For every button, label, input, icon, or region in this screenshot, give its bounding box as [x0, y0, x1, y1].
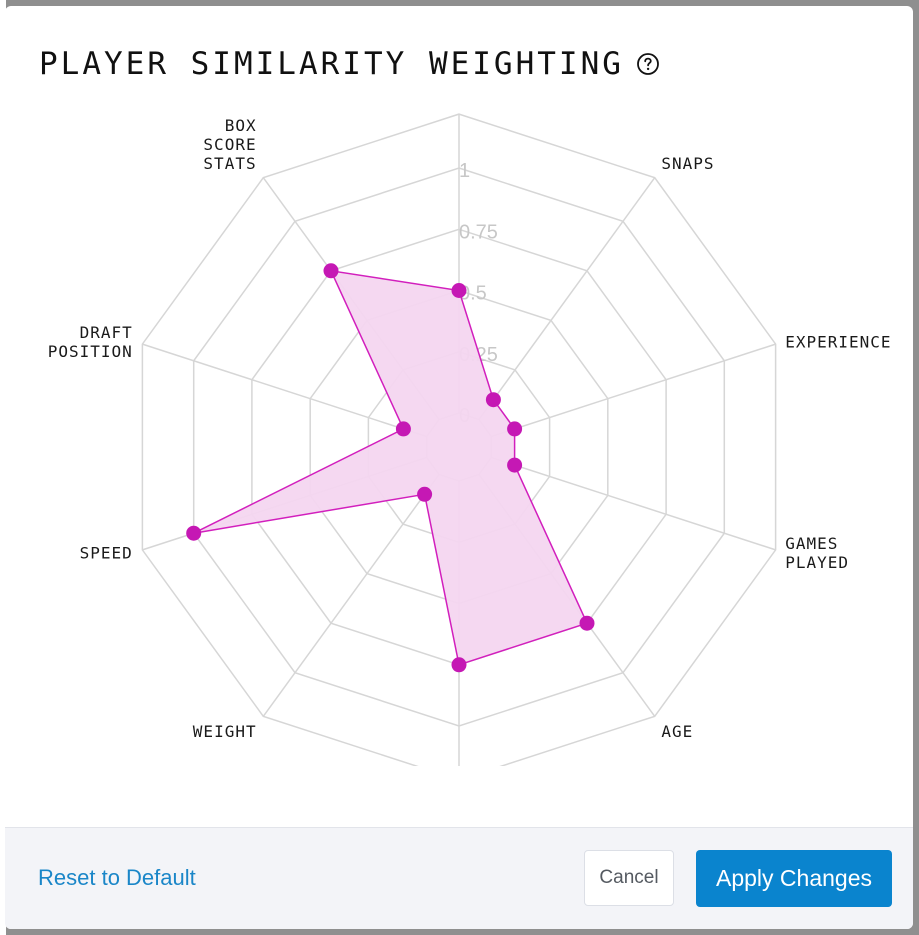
tick-label-3: 0.75	[459, 221, 498, 243]
data-point-6	[417, 486, 433, 502]
axis-label-4-line-0: AGE	[661, 722, 693, 741]
apply-changes-button[interactable]: Apply Changes	[696, 850, 892, 907]
grid-spoke-2	[491, 343, 776, 438]
data-point-0	[451, 283, 467, 298]
radar-chart: 00.250.50.751WARSNAPSEXPERIENCEGAMESPLAY…	[5, 106, 913, 766]
radar-chart-svg: 00.250.50.751WARSNAPSEXPERIENCEGAMESPLAY…	[48, 106, 891, 766]
dialog-title: PLAYER SIMILARITY WEIGHTING	[39, 46, 660, 82]
tick-label-4: 1	[459, 160, 470, 182]
axis-label-8-line-1: POSITION	[48, 342, 133, 361]
axis-label-2-line-0: EXPERIENCE	[785, 333, 891, 352]
data-point-9	[323, 263, 339, 279]
data-point-8	[395, 421, 411, 437]
axis-label-3-line-0: GAMES	[785, 534, 838, 553]
data-point-7	[186, 525, 202, 541]
axis-label-9-line-1: SCORE	[203, 135, 256, 154]
data-point-2	[507, 421, 523, 437]
similarity-weighting-dialog: PLAYER SIMILARITY WEIGHTING 00.250.50.75…	[5, 6, 913, 929]
axis-label-6-line-0: WEIGHT	[193, 722, 257, 741]
dialog-footer: Reset to Default Cancel Apply Changes	[5, 827, 913, 929]
data-area	[193, 269, 589, 666]
axis-label-8-line-0: DRAFT	[80, 323, 133, 342]
data-point-5	[451, 657, 467, 673]
dialog-title-text: PLAYER SIMILARITY WEIGHTING	[39, 46, 624, 82]
axis-label-9-line-2: STATS	[203, 154, 256, 173]
data-point-4	[579, 615, 595, 631]
reset-to-default-link[interactable]: Reset to Default	[38, 865, 196, 891]
cancel-button[interactable]: Cancel	[584, 850, 674, 906]
data-point-1	[485, 392, 501, 408]
grid-spoke-1	[478, 177, 656, 420]
axis-label-1-line-0: SNAPS	[661, 154, 714, 173]
question-circle-icon[interactable]	[636, 52, 660, 76]
data-point-3	[507, 457, 523, 473]
axis-label-7-line-0: SPEED	[80, 543, 133, 562]
axis-label-3-line-1: PLAYED	[785, 553, 849, 572]
axis-label-9-line-0: BOX	[225, 116, 257, 135]
